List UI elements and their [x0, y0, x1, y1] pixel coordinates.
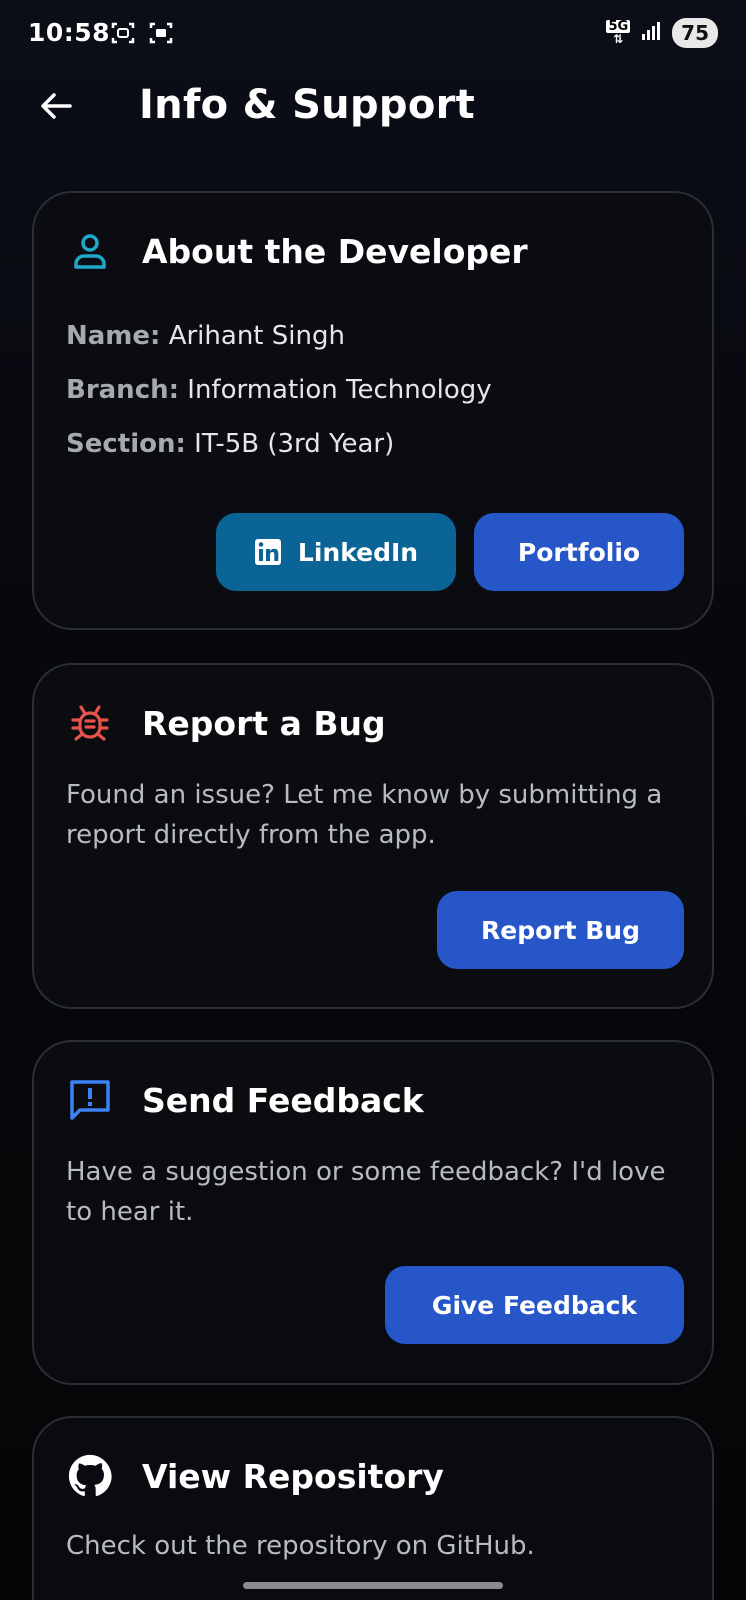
card-header: View Repository	[68, 1454, 444, 1498]
give-feedback-button[interactable]: Give Feedback	[385, 1266, 684, 1344]
linkedin-icon	[254, 539, 281, 565]
section-label: Section:	[66, 429, 186, 459]
linkedin-label: LinkedIn	[297, 537, 419, 567]
arrow-left-icon	[41, 93, 72, 119]
view-repository-card: View Repository Check out the repository…	[32, 1416, 714, 1600]
card-description: Found an issue? Let me know by submittin…	[66, 780, 663, 850]
page-title: Info & Support	[139, 82, 476, 128]
name-value: Arihant Singh	[168, 321, 345, 351]
status-icons-right: 5G ⇅ 75	[606, 18, 718, 48]
battery-indicator: 75	[672, 18, 718, 48]
screen-record-icon	[148, 20, 174, 50]
home-indicator[interactable]	[243, 1582, 503, 1589]
bug-icon	[68, 701, 112, 745]
card-header: Send Feedback	[68, 1078, 424, 1122]
branch-line: Branch: Information Technology	[66, 375, 492, 405]
github-icon	[68, 1454, 112, 1498]
card-description: Have a suggestion or some feedback? I'd …	[66, 1157, 666, 1227]
card-header: Report a Bug	[68, 701, 386, 745]
card-header: About the Developer	[68, 229, 528, 273]
linkedin-button[interactable]: LinkedIn	[216, 513, 456, 591]
feedback-icon	[68, 1078, 112, 1122]
back-button[interactable]	[34, 84, 78, 128]
about-developer-card: About the Developer Name: Arihant Singh …	[32, 191, 714, 630]
give-feedback-label: Give Feedback	[431, 1290, 638, 1320]
status-time: 10:58	[28, 18, 111, 47]
branch-label: Branch:	[66, 375, 180, 405]
name-line: Name: Arihant Singh	[66, 321, 345, 351]
section-line: Section: IT-5B (3rd Year)	[66, 429, 394, 459]
card-title: Report a Bug	[142, 703, 386, 743]
card-title: View Repository	[142, 1456, 444, 1496]
name-label: Name:	[66, 321, 161, 351]
card-description: Check out the repository on GitHub.	[66, 1531, 535, 1561]
portfolio-button[interactable]: Portfolio	[474, 513, 684, 591]
signal-icon	[640, 20, 662, 46]
card-title: Send Feedback	[142, 1080, 424, 1120]
card-title: About the Developer	[142, 231, 528, 271]
report-bug-label: Report Bug	[480, 915, 640, 945]
screenshot-icon	[110, 20, 136, 50]
section-value: IT-5B (3rd Year)	[194, 429, 395, 459]
portfolio-label: Portfolio	[517, 537, 641, 567]
person-icon	[68, 229, 112, 273]
status-bar: 10:58 5G ⇅ 75	[0, 0, 746, 68]
network-icon: 5G ⇅	[606, 19, 631, 46]
report-bug-button[interactable]: Report Bug	[437, 891, 684, 969]
app-bar: Info & Support	[0, 70, 746, 150]
report-bug-card: Report a Bug Found an issue? Let me know…	[32, 663, 714, 1009]
status-icons-left	[110, 20, 174, 50]
send-feedback-card: Send Feedback Have a suggestion or some …	[32, 1040, 714, 1385]
branch-value: Information Technology	[187, 375, 492, 405]
